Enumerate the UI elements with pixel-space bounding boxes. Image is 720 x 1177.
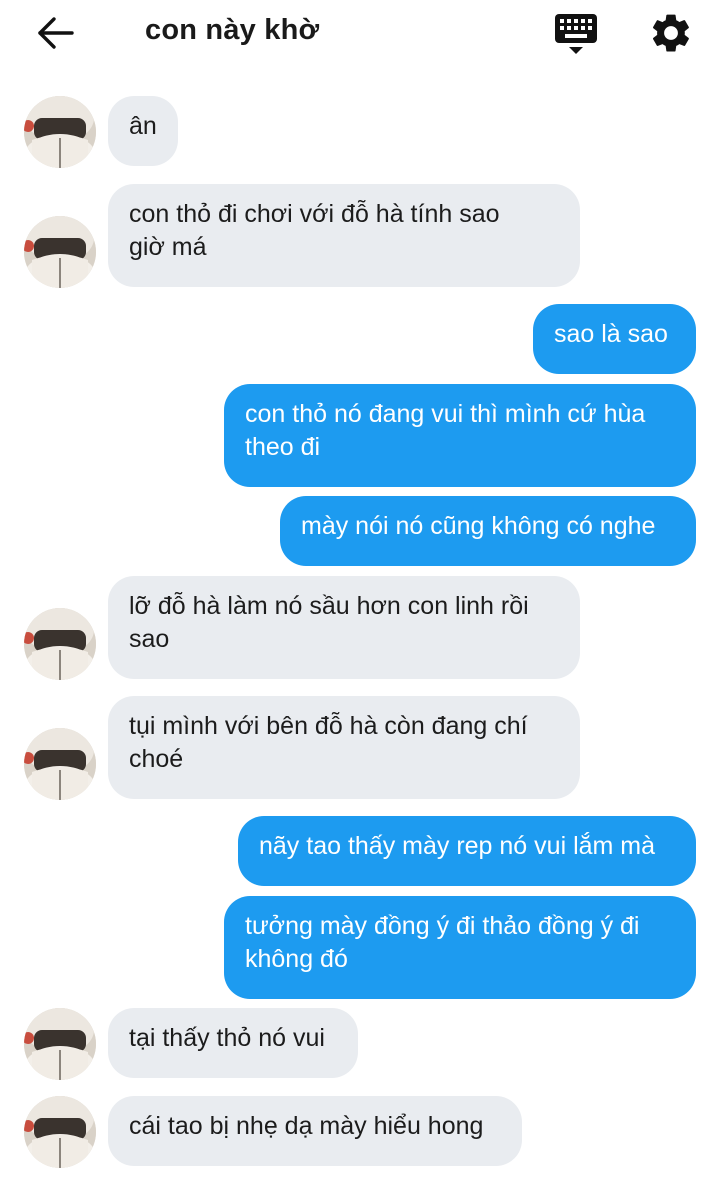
- avatar[interactable]: [24, 96, 96, 168]
- avatar[interactable]: [24, 1008, 96, 1080]
- keyboard-button[interactable]: [553, 12, 599, 56]
- message-bubble[interactable]: tại thấy thỏ nó vui: [108, 1008, 358, 1078]
- message-bubble[interactable]: sao là sao: [533, 304, 696, 374]
- message-bubble[interactable]: tưởng mày đồng ý đi thảo đồng ý đi không…: [224, 896, 696, 999]
- arrow-left-icon: [38, 17, 74, 49]
- avatar[interactable]: [24, 216, 96, 288]
- chat-header: con này khờ: [0, 0, 720, 66]
- message-bubble[interactable]: lỡ đỗ hà làm nó sầu hơn con linh rồi sao: [108, 576, 580, 679]
- settings-button[interactable]: [648, 10, 694, 56]
- message-bubble[interactable]: tụi mình với bên đỗ hà còn đang chí choé: [108, 696, 580, 799]
- avatar[interactable]: [24, 728, 96, 800]
- message-bubble[interactable]: ân: [108, 96, 178, 166]
- message-bubble[interactable]: con thỏ nó đang vui thì mình cứ hùa theo…: [224, 384, 696, 487]
- back-button[interactable]: [34, 14, 78, 52]
- avatar[interactable]: [24, 608, 96, 680]
- message-bubble[interactable]: con thỏ đi chơi với đỗ hà tính sao giờ m…: [108, 184, 580, 287]
- avatar[interactable]: [24, 1096, 96, 1168]
- message-bubble[interactable]: cái tao bị nhẹ dạ mày hiểu hong: [108, 1096, 522, 1166]
- conversation-title: con này khờ: [145, 14, 320, 46]
- message-bubble[interactable]: mày nói nó cũng không có nghe: [280, 496, 696, 566]
- gear-icon: [652, 14, 689, 52]
- message-bubble[interactable]: nãy tao thấy mày rep nó vui lắm mà: [238, 816, 696, 886]
- keyboard-icon: [555, 14, 597, 54]
